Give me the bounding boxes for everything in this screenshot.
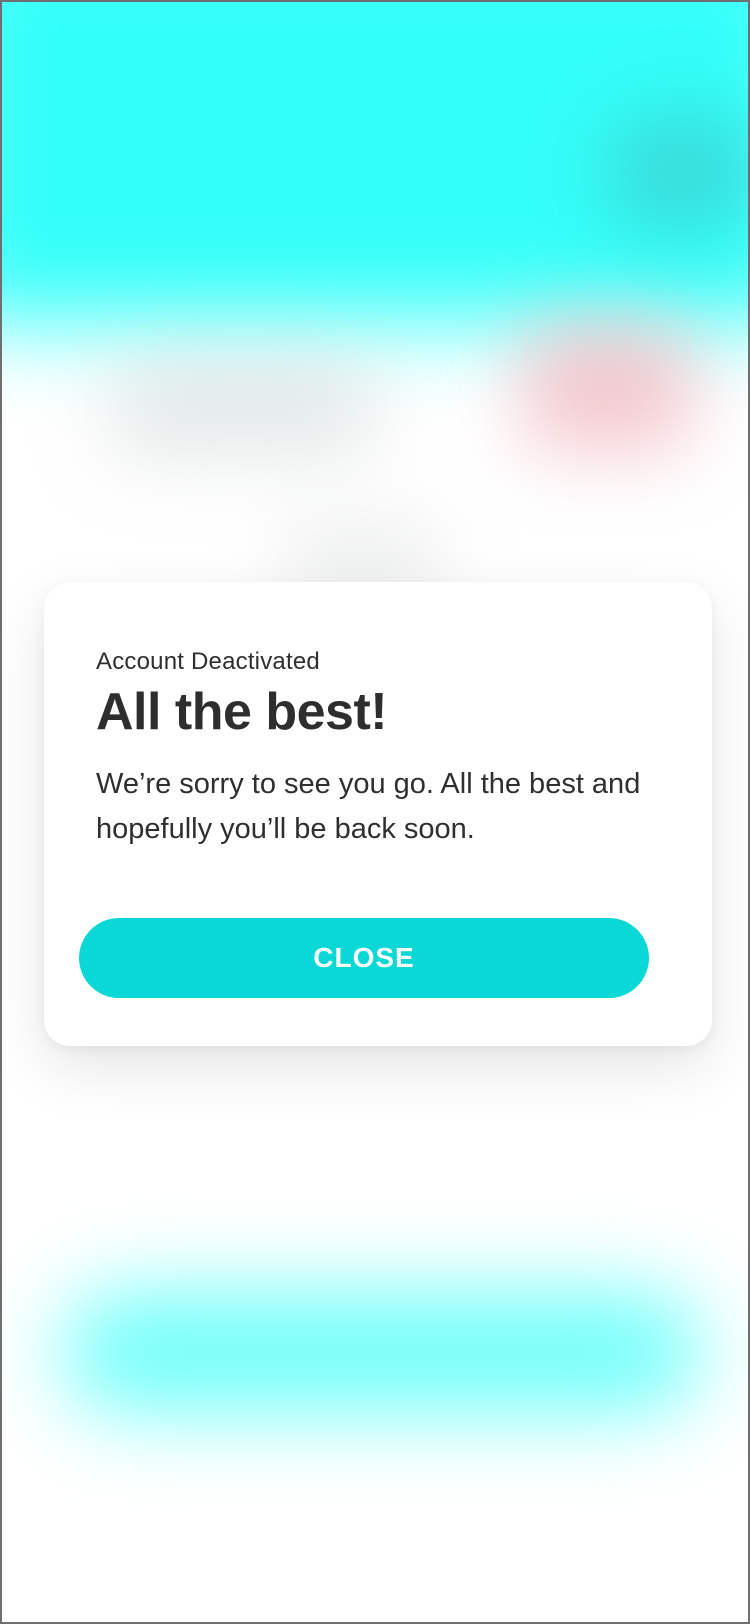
dialog-subtitle: Account Deactivated <box>96 648 320 675</box>
dialog-title: All the best! <box>96 683 388 741</box>
app-screen: Account Deactivated All the best! We’re … <box>0 0 750 1624</box>
close-button[interactable]: CLOSE <box>79 918 649 998</box>
blurred-card <box>522 322 692 452</box>
blurred-footer-button <box>62 1292 702 1412</box>
blurred-text <box>112 362 372 452</box>
blurred-header-shape <box>602 112 748 232</box>
dialog-message: We’re sorry to see you go. All the best … <box>96 768 641 845</box>
account-deactivated-dialog: Account Deactivated All the best! We’re … <box>44 582 712 1046</box>
